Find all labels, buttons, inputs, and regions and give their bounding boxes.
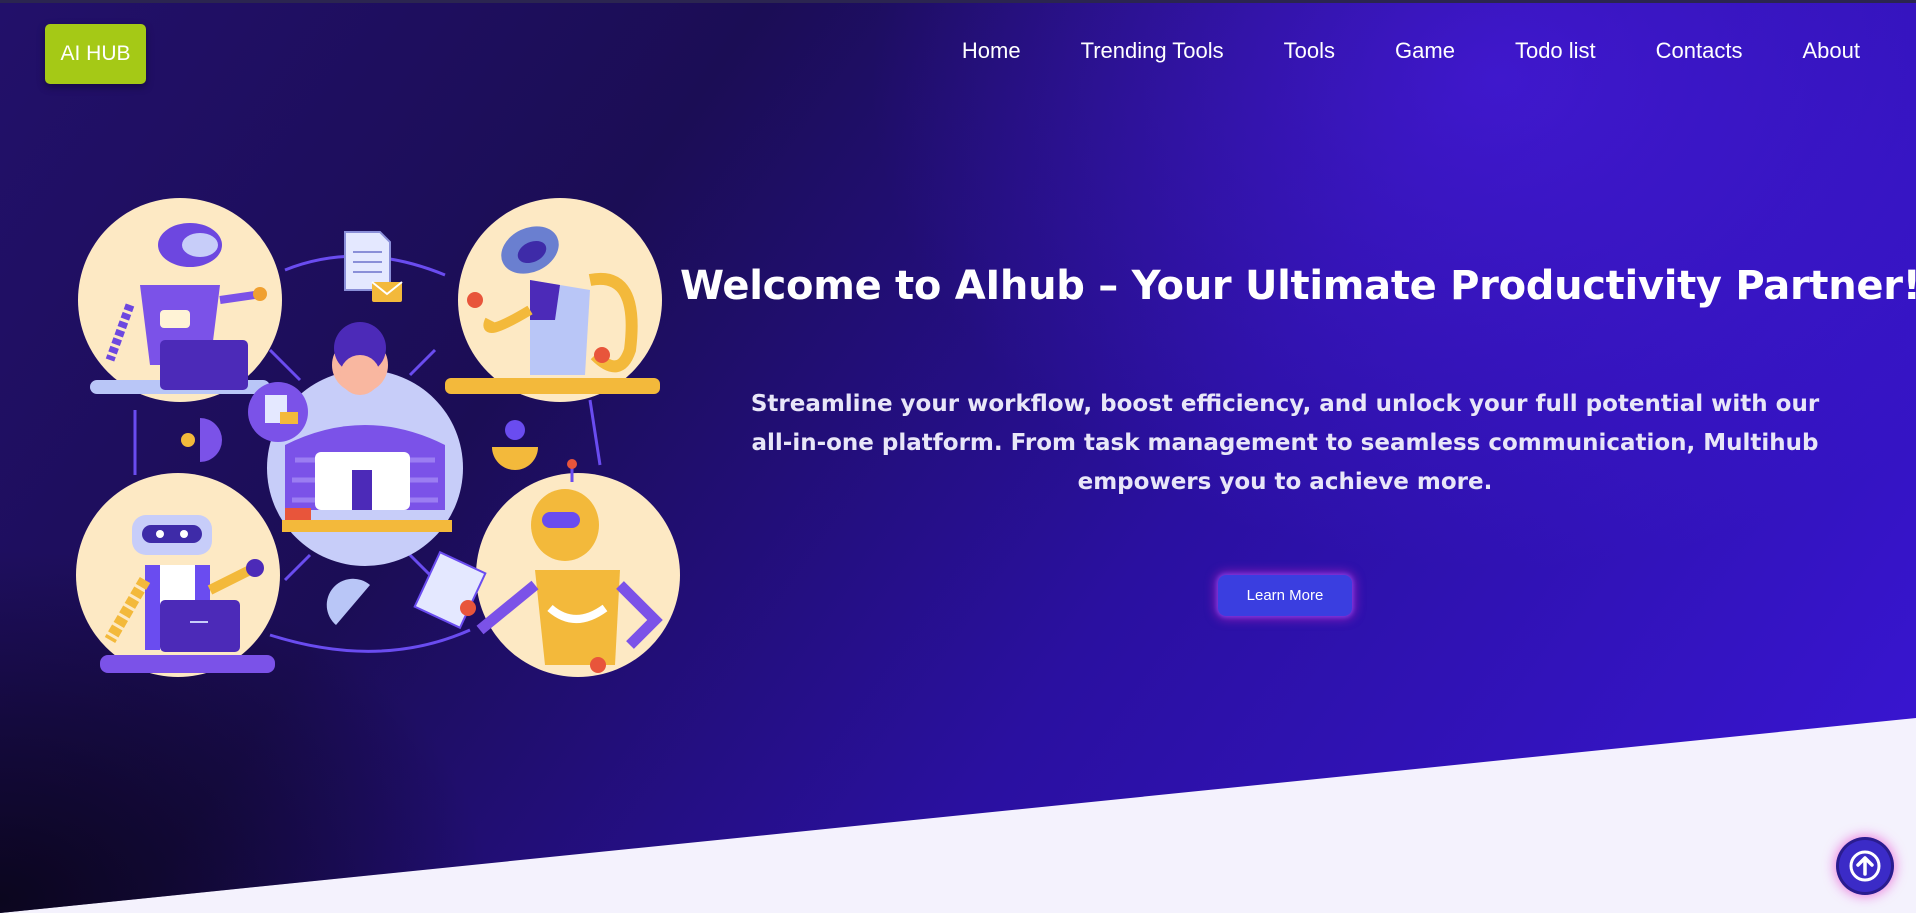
main-nav: Home Trending Tools Tools Game Todo list… (902, 38, 1860, 64)
chat-document-icon (248, 382, 308, 442)
nav-home[interactable]: Home (962, 38, 1021, 64)
document-mail-icon (344, 231, 403, 302)
nav-todo-list[interactable]: Todo list (1515, 38, 1596, 64)
nav-contacts[interactable]: Contacts (1656, 38, 1743, 64)
hero-subtitle-line: all-in-one platform. From task managemen… (751, 430, 1819, 456)
nav-game[interactable]: Game (1395, 38, 1455, 64)
nav-trending-tools[interactable]: Trending Tools (1081, 38, 1224, 64)
scroll-to-top-button[interactable] (1839, 840, 1891, 892)
robot-laptop-bottom-left (76, 473, 280, 677)
nav-about[interactable]: About (1803, 38, 1861, 64)
hero-title: Welcome to AIhub – Your Ultimate Product… (680, 263, 1916, 309)
nav-tools[interactable]: Tools (1284, 38, 1335, 64)
hero-subtitle: Streamline your workflow, boost efficien… (700, 385, 1870, 502)
person-computer-center (267, 322, 463, 566)
arrow-up-circle-icon (1849, 850, 1881, 882)
robot-laptop-top-left (78, 198, 282, 402)
hero-subtitle-line: empowers you to achieve more. (1077, 469, 1493, 495)
top-border (0, 0, 1916, 3)
robots-collaboration-illustration (76, 198, 680, 677)
robot-workshop-top-right (445, 198, 662, 402)
learn-more-button[interactable]: Learn More (1218, 575, 1352, 616)
hero-subtitle-line: Streamline your workflow, boost efficien… (750, 391, 1820, 417)
logo[interactable]: AI HUB (45, 24, 146, 84)
